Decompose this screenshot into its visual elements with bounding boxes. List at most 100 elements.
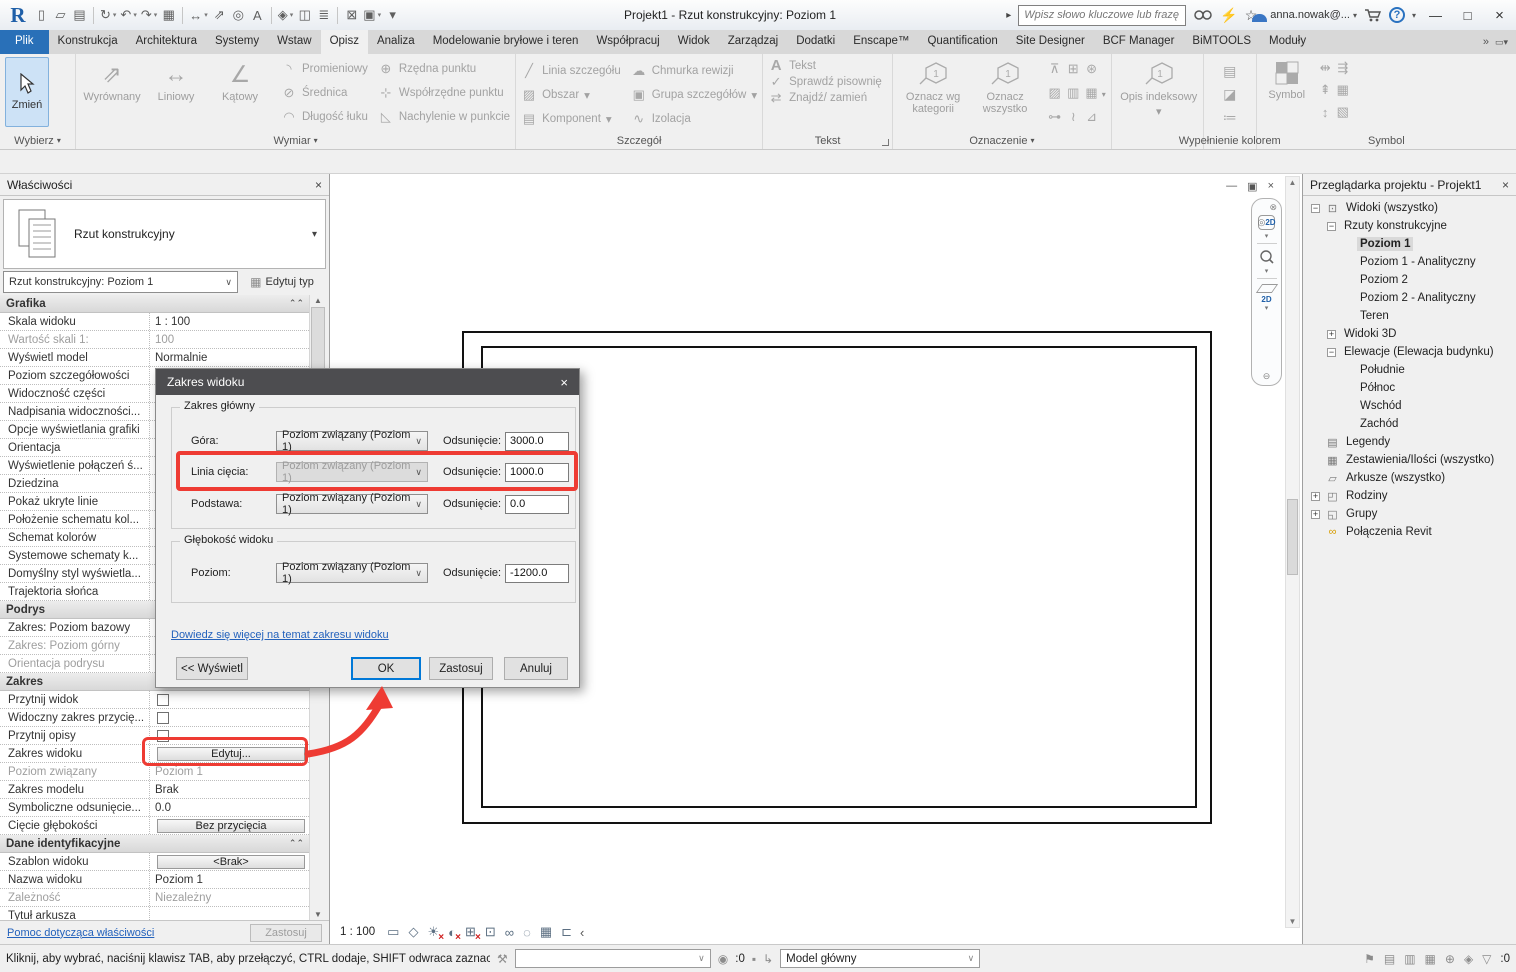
minimize-button[interactable]: — (1423, 8, 1448, 23)
ribbon-button-współrzędne-punktu[interactable]: ⊹Współrzędne punktu (378, 85, 510, 101)
tab-site-designer[interactable]: Site Designer (1007, 30, 1094, 54)
tree-item-poziom-2[interactable]: Poziom 2 (1303, 271, 1516, 289)
section-icon[interactable]: ◫ (295, 4, 314, 26)
ribbon-button-długość-łuku[interactable]: ◠Długość łuku (281, 109, 368, 125)
view-scale-button[interactable]: 1 : 100 (340, 926, 375, 938)
tab-widok[interactable]: Widok (669, 30, 719, 54)
worksets-icon[interactable]: ▤ (1384, 952, 1395, 966)
ribbon-button-izolacja[interactable]: ∿Izolacja (631, 111, 757, 127)
properties-help-link[interactable]: Pomoc dotycząca właściwości (7, 927, 154, 939)
colorfill-tool-1-icon[interactable]: ▤ (1223, 63, 1237, 80)
navbar-more-icon[interactable]: ⊖ (1263, 371, 1271, 382)
editable-only-icon[interactable]: ◉ (718, 952, 728, 966)
tab-analiza[interactable]: Analiza (368, 30, 424, 54)
tree-item-północ[interactable]: Północ (1303, 379, 1516, 397)
tree-item-zachód[interactable]: Zachód (1303, 415, 1516, 433)
canvas-vertical-scrollbar[interactable]: ▲ ▼ (1285, 176, 1300, 928)
podstawa-offset-input[interactable]: 0.0 (505, 495, 569, 514)
revit-logo-icon[interactable]: R (4, 3, 32, 27)
ribbon-button-kątowy[interactable]: ∠Kątowy (209, 57, 271, 131)
aligned-dimension-icon[interactable]: ⇗ (210, 4, 229, 26)
ok-button[interactable]: OK (351, 657, 421, 680)
panel-label-symbol[interactable]: Symbol (1257, 132, 1516, 149)
tag-tool-9-icon[interactable]: ⊿ (1086, 109, 1097, 125)
reveal-constraints-icon[interactable]: ⊏ (561, 924, 572, 940)
tree-expand-icon[interactable]: + (1311, 510, 1320, 519)
dialog-close-icon[interactable]: × (560, 375, 568, 390)
komponent-dropdown-icon[interactable]: ▾ (606, 112, 612, 126)
sync-icon[interactable]: ↻▾ (98, 4, 118, 26)
type-selector[interactable]: Rzut konstrukcyjny ▾ (3, 199, 326, 269)
text-dialog-launcher-icon[interactable] (882, 139, 889, 146)
manage-links-icon[interactable]: ▦ (1425, 952, 1436, 966)
new-file-icon[interactable]: ▯ (32, 4, 51, 26)
signed-in-user[interactable]: anna.nowak@... ▾ (1264, 5, 1357, 25)
tree-item-legendy[interactable]: ▤Legendy (1303, 433, 1516, 451)
view-minimize-icon[interactable]: — (1226, 180, 1237, 193)
panel-label-tag[interactable]: Oznaczenie▾ (893, 132, 1111, 149)
zoom-icon[interactable] (1259, 249, 1275, 265)
measure-dropdown-icon[interactable]: ▾ (204, 11, 208, 19)
ribbon-button-średnica[interactable]: ⊘Średnica (281, 85, 368, 101)
thin-lines-icon[interactable]: ≣ (314, 4, 333, 26)
prop-group-dane-identyfikacyjne[interactable]: Dane identyfikacyjne⌃⌃ (0, 835, 309, 853)
tag-icon[interactable]: ◎ (229, 4, 248, 26)
sun-path-icon[interactable]: ☀× (427, 924, 439, 940)
navbar-close-icon[interactable]: ⊗ (1269, 202, 1277, 213)
default-3d-view-dropdown-icon[interactable]: ▾ (290, 11, 294, 19)
ribbon-button-wyrównany[interactable]: ⇗Wyrównany (81, 57, 143, 131)
tree-item-wschód[interactable]: Wschód (1303, 397, 1516, 415)
crop-view-icon[interactable]: ⊞× (465, 924, 476, 940)
symbol-button[interactable]: Symbol (1262, 57, 1312, 131)
tree-item-widoki-3d[interactable]: +Widoki 3D (1303, 325, 1516, 343)
pan-2d-icon[interactable] (1255, 284, 1277, 293)
prop-button-szablon-widoku[interactable]: <Brak> (157, 855, 305, 869)
ribbon-cycle-icon[interactable]: » (1483, 36, 1489, 48)
communication-center-icon[interactable]: ⚡ (1220, 7, 1237, 24)
checkbox-przytnij-widok[interactable] (157, 694, 169, 706)
tag-tool-3-icon[interactable]: ⊶ (1048, 109, 1061, 125)
tree-item-widoki-wszystko[interactable]: −⊡Widoki (wszystko) (1303, 199, 1516, 217)
undo-icon[interactable]: ↶▾ (118, 4, 138, 26)
tab-plik[interactable]: Plik (0, 30, 49, 54)
print-icon[interactable]: ▦ (159, 4, 178, 26)
tab-architektura[interactable]: Architektura (127, 30, 206, 54)
worksharing-display-icon[interactable]: ▦ (540, 924, 552, 940)
ribbon-button-linia-szczegółu[interactable]: ╱Linia szczegółu (521, 63, 621, 79)
ribbon-button-sprawdź-pisownię[interactable]: ✓Sprawdź pisownię (768, 74, 887, 90)
ribbon-button-komponent[interactable]: ▤Komponent▾ (521, 111, 621, 127)
ribbon-button-rzędna-punktu[interactable]: ⊕Rzędna punktu (378, 61, 510, 77)
panel-label-dimension[interactable]: Wymiar▾ (76, 132, 515, 149)
keynote-button[interactable]: 1 Opis indeksowy ▾ (1117, 57, 1201, 118)
add-to-selection-icon[interactable]: ⊕ (1445, 952, 1455, 966)
default-3d-view-icon[interactable]: ◈▾ (276, 4, 296, 26)
symbol-tool-2-icon[interactable]: ⇞ (1320, 82, 1331, 98)
view-restore-icon[interactable]: ▣ (1247, 180, 1257, 193)
reveal-hidden-elements-icon[interactable]: ∞ (505, 925, 514, 940)
text-icon[interactable]: A (248, 4, 267, 26)
tab-quantification[interactable]: Quantification (918, 30, 1006, 54)
switch-windows-dropdown-icon[interactable]: ▾ (378, 11, 382, 19)
panel-label-select[interactable]: Wybierz▾ (0, 132, 75, 149)
scroll-down-icon[interactable]: ▼ (310, 910, 326, 919)
dialog-title-bar[interactable]: Zakres widoku × (156, 369, 579, 395)
tab-opisz[interactable]: Opisz (321, 30, 368, 54)
temporary-hide-isolate-icon[interactable]: ◌ (523, 925, 531, 940)
search-input[interactable]: Wpisz słowo kluczowe lub frazę (1018, 5, 1186, 26)
tree-expand-icon[interactable]: + (1311, 492, 1320, 501)
show-button[interactable]: << Wyświetl (176, 657, 248, 680)
modify-button[interactable]: Zmień (5, 57, 49, 127)
visual-style-icon[interactable]: ◇ (408, 924, 418, 940)
tree-item-grupy[interactable]: +◱Grupy (1303, 505, 1516, 523)
canvas-scrollbar-thumb[interactable] (1287, 499, 1298, 575)
canvas-scroll-down-icon[interactable]: ▼ (1286, 917, 1299, 926)
poziom-offset-input[interactable]: -1200.0 (505, 564, 569, 583)
tree-item-poziom-1-analityczny[interactable]: Poziom 1 - Analityczny (1303, 253, 1516, 271)
instance-selector[interactable]: Rzut konstrukcyjny: Poziom 1 ∨ (3, 271, 238, 293)
symbol-tool-3-icon[interactable]: ↕ (1322, 105, 1329, 120)
customize-qat-icon[interactable]: ▾ (383, 4, 402, 26)
prop-group-grafika[interactable]: Grafika⌃⌃ (0, 295, 309, 313)
collapse-icon[interactable]: ⌃⌃ (289, 838, 304, 849)
tag-tool-4-icon[interactable]: ⊞ (1068, 61, 1079, 77)
collapse-icon[interactable]: ⌃⌃ (289, 298, 304, 309)
